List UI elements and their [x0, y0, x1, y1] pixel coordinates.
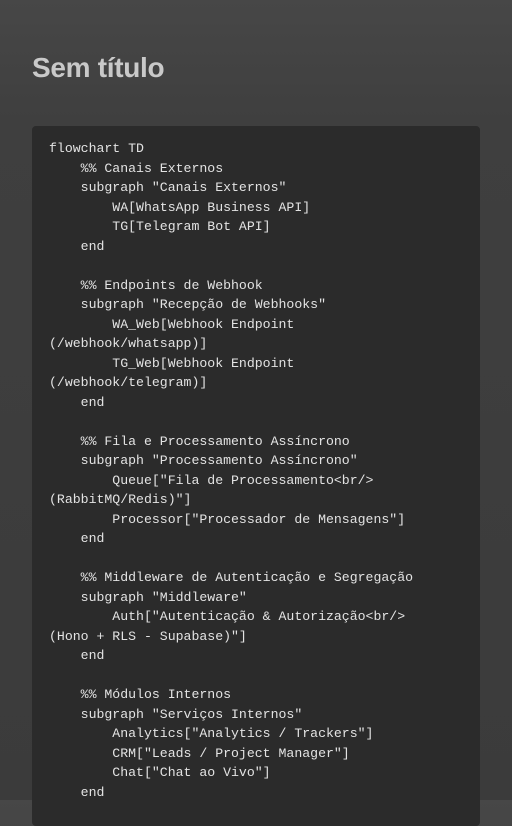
code-line: %% Módulos Internos	[49, 687, 232, 702]
code-line: (RabbitMQ/Redis)"]	[49, 492, 192, 507]
code-line: (/webhook/whatsapp)]	[49, 336, 208, 351]
page: Sem título flowchart TD %% Canais Extern…	[0, 0, 512, 826]
code-line: %% Endpoints de Webhook	[49, 277, 263, 293]
code-line: Chat["Chat ao Vivo"]	[49, 765, 271, 780]
code-line: TG_Web[Webhook Endpoint	[49, 355, 295, 371]
code-line: WA[WhatsApp Business API]	[49, 199, 311, 215]
code-line: subgraph "Processamento Assíncrono"	[49, 453, 358, 468]
code-line: subgraph "Serviços Internos"	[49, 706, 303, 722]
code-line: %% Fila e Processamento Assíncrono	[49, 433, 350, 449]
code-line: end	[49, 394, 105, 410]
code-block[interactable]: flowchart TD %% Canais Externos subgraph…	[32, 126, 480, 826]
code-line: end	[49, 238, 105, 254]
code-line: %% Canais Externos	[49, 160, 224, 176]
code-line: Queue["Fila de Processamento<br/>	[49, 472, 374, 488]
page-title: Sem título	[32, 52, 165, 83]
code-line: end	[49, 784, 105, 800]
code-line: subgraph "Recepção de Webhooks"	[49, 297, 326, 312]
code-line: Processor["Processador de Mensagens"]	[49, 511, 406, 527]
code-line: subgraph "Canais Externos"	[49, 180, 287, 195]
code-line: end	[49, 648, 105, 663]
code-line: (/webhook/telegram)]	[49, 375, 208, 390]
code-line: subgraph "Middleware"	[49, 589, 247, 605]
code-line: Analytics["Analytics / Trackers"]	[49, 726, 374, 741]
code-line: (Hono + RLS - Supabase)"]	[49, 628, 247, 644]
code-line: %% Middleware de Autenticação e Segregaç…	[49, 570, 414, 585]
code-line: WA_Web[Webhook Endpoint	[49, 316, 295, 332]
code-line: CRM["Leads / Project Manager"]	[49, 745, 350, 761]
code-line: flowchart TD	[49, 141, 144, 156]
code-line: TG[Telegram Bot API]	[49, 219, 271, 234]
code-line: Auth["Autenticação & Autorização<br/>	[49, 609, 406, 624]
code-line: end	[49, 531, 105, 546]
